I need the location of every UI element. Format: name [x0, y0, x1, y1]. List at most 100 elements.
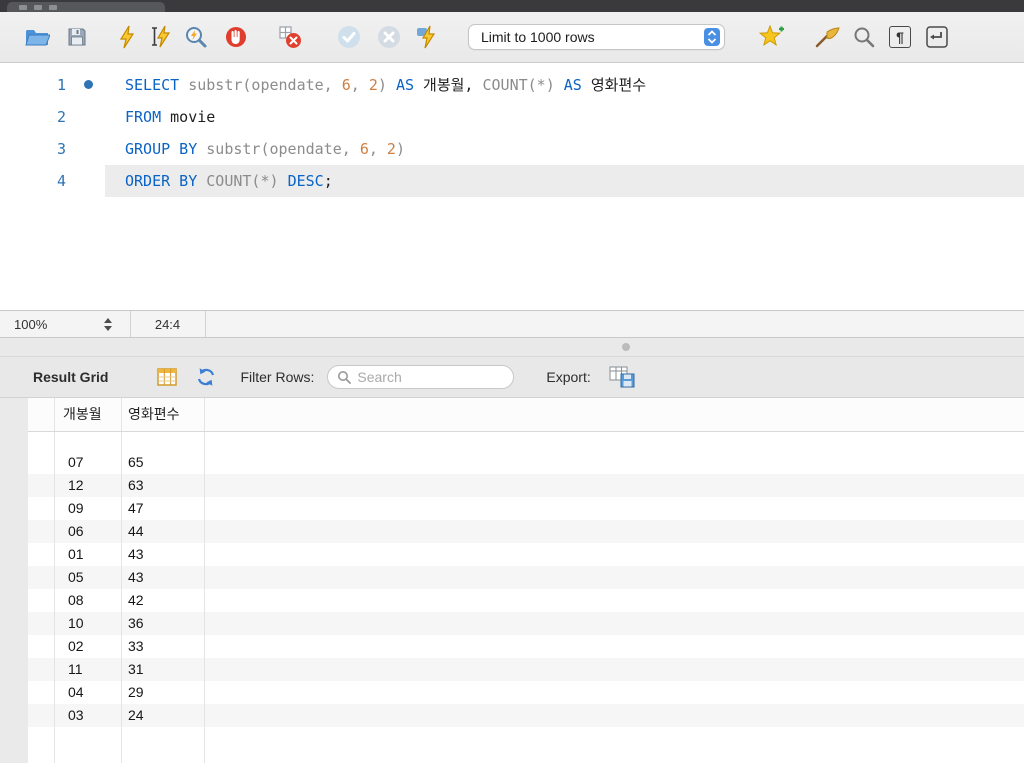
table-row[interactable]: 07 65 — [28, 451, 1024, 474]
table-cell[interactable]: 07 — [55, 451, 122, 474]
table-row[interactable]: 01 43 — [28, 543, 1024, 566]
editor-line[interactable]: 2 FROM movie — [0, 101, 1024, 133]
table-cell[interactable]: 12 — [55, 474, 122, 497]
row-selector[interactable] — [28, 658, 55, 681]
table-cell[interactable]: 03 — [55, 704, 122, 727]
empty-cell — [122, 727, 205, 763]
table-cell[interactable]: 29 — [122, 681, 205, 704]
table-row[interactable]: 12 63 — [28, 474, 1024, 497]
rollback-button[interactable] — [376, 24, 402, 50]
empty-cell — [122, 432, 205, 451]
table-row[interactable]: 06 44 — [28, 520, 1024, 543]
table-cell[interactable]: 08 — [55, 589, 122, 612]
result-grid-body: 개봉월 영화편수 07 65 12 63 09 47 06 44 01 43 05 43 08 42 10 3… — [28, 398, 1024, 763]
editor-line[interactable]: 1 SELECT substr(opendate, 6, 2) AS 개봉월, C… — [0, 69, 1024, 101]
stop-query-button[interactable] — [224, 25, 248, 49]
panel-splitter[interactable] — [0, 338, 1024, 356]
table-cell[interactable]: 10 — [55, 612, 122, 635]
header-spacer — [28, 432, 1024, 451]
table-cell[interactable]: 36 — [122, 612, 205, 635]
line-number-gutter[interactable]: 4 — [0, 165, 105, 197]
toggle-invisibles-button[interactable]: ¶ — [889, 26, 911, 48]
row-selector[interactable] — [28, 704, 55, 727]
save-script-button[interactable] — [66, 26, 88, 48]
table-row[interactable]: 02 33 — [28, 635, 1024, 658]
toggle-autocommit-button[interactable] — [416, 25, 440, 49]
result-grid-panel: 개봉월 영화편수 07 65 12 63 09 47 06 44 01 43 05 43 08 42 10 3… — [0, 398, 1024, 763]
code-line-text[interactable]: SELECT substr(opendate, 6, 2) AS 개봉월, CO… — [105, 69, 1024, 101]
table-cell[interactable]: 44 — [122, 520, 205, 543]
table-row[interactable]: 05 43 — [28, 566, 1024, 589]
table-row[interactable]: 04 29 — [28, 681, 1024, 704]
table-cell[interactable]: 33 — [122, 635, 205, 658]
table-row[interactable]: 08 42 — [28, 589, 1024, 612]
row-selector[interactable] — [28, 520, 55, 543]
code-line-text[interactable]: FROM movie — [105, 101, 1024, 133]
row-selector[interactable] — [28, 474, 55, 497]
result-left-margin — [0, 398, 28, 763]
line-number-gutter[interactable]: 3 — [0, 133, 105, 165]
table-cell[interactable]: 02 — [55, 635, 122, 658]
table-cell[interactable]: 01 — [55, 543, 122, 566]
table-cell[interactable]: 09 — [55, 497, 122, 520]
editor-line[interactable]: 3 GROUP BY substr(opendate, 6, 2) — [0, 133, 1024, 165]
refresh-results-button[interactable] — [195, 366, 217, 388]
result-grid-view-button[interactable] — [157, 368, 178, 386]
row-selector[interactable] — [28, 681, 55, 704]
column-header[interactable]: 영화편수 — [122, 398, 205, 431]
row-selector[interactable] — [28, 543, 55, 566]
search-field[interactable] — [327, 365, 515, 389]
table-cell[interactable]: 06 — [55, 520, 122, 543]
window-tab-strip — [0, 0, 1024, 12]
code-line-text[interactable]: GROUP BY substr(opendate, 6, 2) — [105, 133, 1024, 165]
table-cell[interactable]: 43 — [122, 566, 205, 589]
row-selector[interactable] — [28, 635, 55, 658]
row-selector[interactable] — [28, 451, 55, 474]
find-button[interactable] — [853, 26, 875, 48]
table-cell[interactable]: 05 — [55, 566, 122, 589]
table-cell[interactable]: 24 — [122, 704, 205, 727]
export-results-button[interactable] — [609, 366, 635, 388]
line-number-gutter[interactable]: 1 — [0, 69, 105, 101]
table-row[interactable]: 10 36 — [28, 612, 1024, 635]
sql-editor[interactable]: 1 SELECT substr(opendate, 6, 2) AS 개봉월, C… — [0, 63, 1024, 310]
table-cell[interactable]: 31 — [122, 658, 205, 681]
limit-rows-select[interactable]: Limit to 1000 rows — [468, 24, 725, 50]
editor-line[interactable]: 4 ORDER BY COUNT(*) DESC; — [0, 165, 1024, 197]
table-row[interactable]: 11 31 — [28, 658, 1024, 681]
table-row[interactable]: 03 24 — [28, 704, 1024, 727]
execute-current-statement-button[interactable] — [150, 25, 172, 49]
beautify-query-button[interactable] — [815, 26, 841, 48]
table-cell[interactable]: 43 — [122, 543, 205, 566]
toggle-stop-on-error-button[interactable] — [278, 25, 302, 49]
row-selector[interactable] — [28, 566, 55, 589]
row-selector[interactable] — [28, 612, 55, 635]
table-cell[interactable]: 11 — [55, 658, 122, 681]
explain-plan-button[interactable] — [184, 25, 208, 49]
table-cell[interactable]: 42 — [122, 589, 205, 612]
header-gutter-cell — [28, 398, 55, 431]
star-plus-icon — [759, 25, 784, 46]
grid-table-icon — [157, 368, 178, 386]
zoom-stepper[interactable] — [104, 318, 112, 331]
execute-button[interactable] — [118, 25, 136, 49]
table-cell[interactable]: 04 — [55, 681, 122, 704]
row-selector[interactable] — [28, 497, 55, 520]
commit-button[interactable] — [336, 24, 362, 50]
toggle-word-wrap-button[interactable] — [926, 26, 948, 48]
line-number-gutter[interactable]: 2 — [0, 101, 105, 133]
code-line-text[interactable]: ORDER BY COUNT(*) DESC; — [105, 165, 1024, 197]
table-cell[interactable]: 65 — [122, 451, 205, 474]
open-script-button[interactable] — [24, 26, 50, 48]
row-selector[interactable] — [28, 589, 55, 612]
table-cell[interactable]: 47 — [122, 497, 205, 520]
table-empty-area — [28, 727, 1024, 763]
editor-tab[interactable] — [7, 2, 165, 12]
table-cell[interactable]: 63 — [122, 474, 205, 497]
save-snippet-button[interactable] — [759, 25, 785, 49]
line-number: 1 — [56, 76, 66, 94]
open-folder-icon — [25, 30, 50, 46]
search-input[interactable] — [357, 369, 514, 385]
column-header[interactable]: 개봉월 — [55, 398, 122, 431]
table-row[interactable]: 09 47 — [28, 497, 1024, 520]
